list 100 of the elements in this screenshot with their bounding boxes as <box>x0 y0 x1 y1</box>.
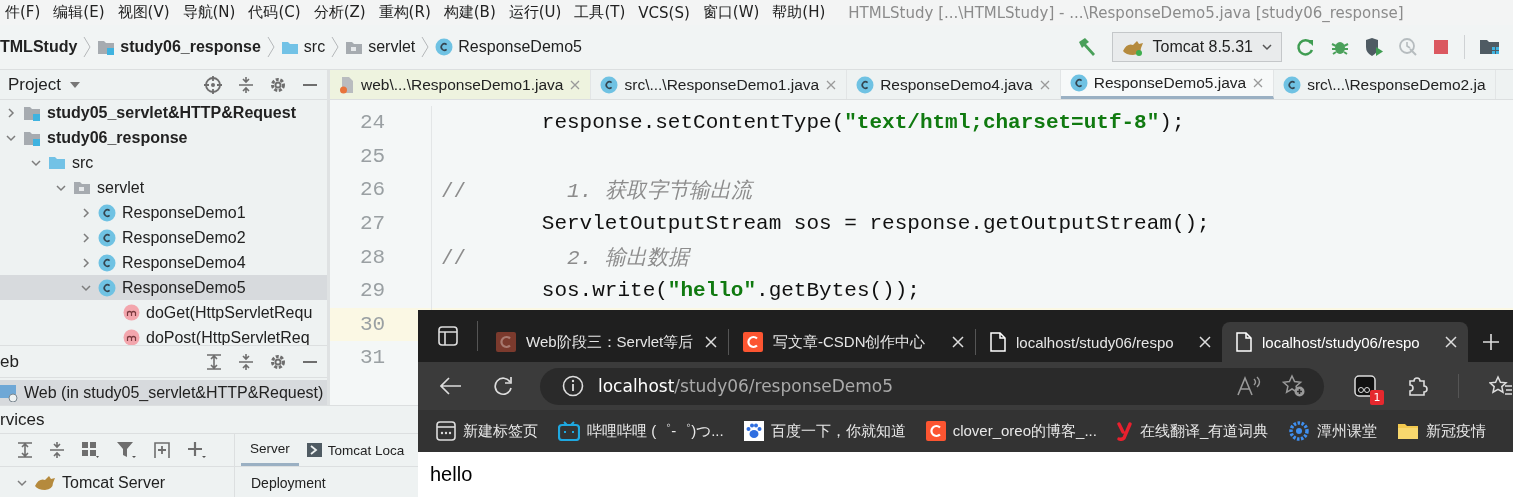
tab[interactable]: Server <box>241 434 299 466</box>
code-line: ServletOutputStream sos = response.getOutputStream(); <box>540 212 1210 236</box>
bookmark[interactable]: 潭州课堂 <box>1288 420 1378 442</box>
favorite-add-icon[interactable] <box>1282 374 1306 398</box>
tree-item[interactable]: study05_servlet&HTTP&Request <box>0 100 327 125</box>
code-line: sos.write("hello".getBytes()); <box>540 279 920 303</box>
refresh-icon[interactable] <box>492 375 514 397</box>
class-icon <box>98 228 116 247</box>
chevron-icon[interactable] <box>80 206 92 219</box>
back-icon[interactable] <box>440 376 462 396</box>
new-tab-icon[interactable] <box>1480 332 1501 352</box>
collapse-all-icon[interactable] <box>48 441 66 459</box>
browser-tab[interactable]: localhost/study06/respo <box>976 322 1222 362</box>
bookmark[interactable]: 哔哩哔哩 (゜-゜)つ... <box>558 421 724 441</box>
browser-tab[interactable]: Web阶段三：Servlet等后 <box>482 322 728 362</box>
breadcrumb[interactable]: study06_response <box>120 38 261 56</box>
run-config-dropdown[interactable]: Tomcat 8.5.31 <box>1111 32 1282 62</box>
menu-item[interactable]: 导航(N) <box>182 3 236 22</box>
tree-item[interactable]: ResponseDemo2 <box>0 225 327 250</box>
tree-item[interactable]: doPost(HttpServletReq <box>0 325 327 345</box>
tv-icon <box>558 421 580 441</box>
menu-item[interactable]: 分析(Z) <box>313 3 366 22</box>
chevron-icon[interactable] <box>80 256 92 269</box>
group-icon[interactable] <box>80 440 102 460</box>
stop-icon[interactable] <box>1432 38 1450 56</box>
editor-tab[interactable]: src\...\ResponseDemo2.ja <box>1274 70 1496 99</box>
editor-tab[interactable]: ResponseDemo4.java <box>847 70 1061 99</box>
favorites-icon[interactable] <box>1489 375 1513 397</box>
tree-item[interactable]: ResponseDemo1 <box>0 200 327 225</box>
class-icon <box>435 38 454 56</box>
add-icon[interactable] <box>186 440 208 460</box>
window-title: HTMLStudy [...\HTMLStudy] - ...\ResponseDemo5.java [study06_response] <box>848 3 1404 22</box>
folder-grid-icon[interactable] <box>1479 37 1501 57</box>
read-aloud-icon[interactable] <box>1236 375 1262 397</box>
collapse-all-icon[interactable] <box>237 75 255 94</box>
tree-item[interactable]: doGet(HttpServletRequ <box>0 300 327 325</box>
section-label: Deployment <box>251 474 326 491</box>
editor-tab[interactable]: web\...\ResponseDemo1.java <box>330 70 592 99</box>
browser-tab[interactable]: 写文章-CSDN创作中心 <box>729 322 975 362</box>
chevron-icon[interactable] <box>80 231 92 244</box>
menu-item[interactable]: 代码(C) <box>248 3 301 22</box>
method-icon <box>123 329 140 345</box>
breadcrumb[interactable]: TMLStudy <box>0 38 78 56</box>
chevron-icon[interactable] <box>5 106 17 119</box>
menu-item[interactable]: 重构(R) <box>378 3 431 22</box>
expand-all-icon[interactable] <box>205 352 223 371</box>
shield-run-icon[interactable] <box>1364 37 1384 57</box>
module-folder-icon <box>23 104 41 121</box>
browser-tab[interactable]: localhost/study06/respo <box>1222 322 1468 362</box>
panel-title: rvices <box>0 409 45 430</box>
menu-item[interactable]: 编辑(E) <box>53 3 105 22</box>
breadcrumb[interactable]: ResponseDemo5 <box>458 38 582 56</box>
package-folder-icon <box>345 39 364 55</box>
bookmark[interactable]: 百度一下，你就知道 <box>743 421 906 441</box>
editor-tab[interactable]: ResponseDemo5.java <box>1060 70 1275 99</box>
bookmark[interactable]: clover_oreo的博客_... <box>925 421 1097 441</box>
line-number: 25 <box>330 139 432 174</box>
list-item[interactable]: Web (in study05_servlet&HTTP&Request) <box>0 380 327 405</box>
puzzle-icon[interactable] <box>1406 375 1428 397</box>
chevron-icon <box>266 36 275 58</box>
tree-item[interactable]: ResponseDemo5 <box>0 275 327 300</box>
tree-item[interactable]: study06_response <box>0 125 327 150</box>
tab[interactable]: Tomcat Loca <box>304 434 407 466</box>
sidebar-icon[interactable] <box>437 326 458 346</box>
tree-item[interactable]: src <box>0 150 327 175</box>
panel-title-dropdown[interactable]: Project <box>8 74 81 95</box>
menu-item[interactable]: 工具(T) <box>574 3 626 22</box>
file-icon <box>339 75 355 94</box>
target-icon[interactable] <box>203 74 223 95</box>
rerun-icon[interactable] <box>1296 37 1316 57</box>
menu-item[interactable]: 视图(V) <box>117 3 170 22</box>
web-module-icon <box>0 383 18 402</box>
menu-item[interactable]: 帮助(H) <box>772 3 826 22</box>
bookmark[interactable]: 新建标签页 <box>436 421 538 441</box>
tree-item[interactable]: ResponseDemo4 <box>0 250 327 275</box>
filter-icon[interactable] <box>116 440 138 460</box>
tree-item[interactable]: servlet <box>0 175 327 200</box>
breadcrumb[interactable]: src <box>303 38 326 56</box>
menu-item[interactable]: 运行(U) <box>508 3 562 22</box>
extension-icon[interactable] <box>1354 375 1376 397</box>
page-icon <box>1236 332 1252 352</box>
breadcrumb[interactable]: servlet <box>368 38 416 56</box>
info-icon[interactable] <box>562 375 584 397</box>
c-logo-icon <box>496 332 516 352</box>
bookmark[interactable]: 新冠疫情 <box>1397 421 1487 441</box>
class-icon <box>600 75 619 94</box>
bookmark[interactable]: 在线翻译_有道词典 <box>1116 421 1269 441</box>
menu-item[interactable]: VCS(S) <box>638 3 690 22</box>
editor-tab[interactable]: src\...\ResponseDemo1.java <box>591 70 848 99</box>
menu-item[interactable]: 构建(B) <box>443 3 496 22</box>
expand-all-icon[interactable] <box>16 441 34 459</box>
line-number: 24 <box>330 106 432 140</box>
add-frame-icon[interactable] <box>152 440 172 460</box>
settings-icon[interactable] <box>269 352 287 371</box>
menu-item[interactable]: 件(F) <box>5 3 41 22</box>
settings-icon[interactable] <box>269 75 287 94</box>
menu-item[interactable]: 窗口(W) <box>702 3 760 22</box>
tree-item[interactable]: Tomcat Server <box>0 467 235 497</box>
collapse-all-icon[interactable] <box>237 352 255 371</box>
folder-icon <box>280 39 299 55</box>
